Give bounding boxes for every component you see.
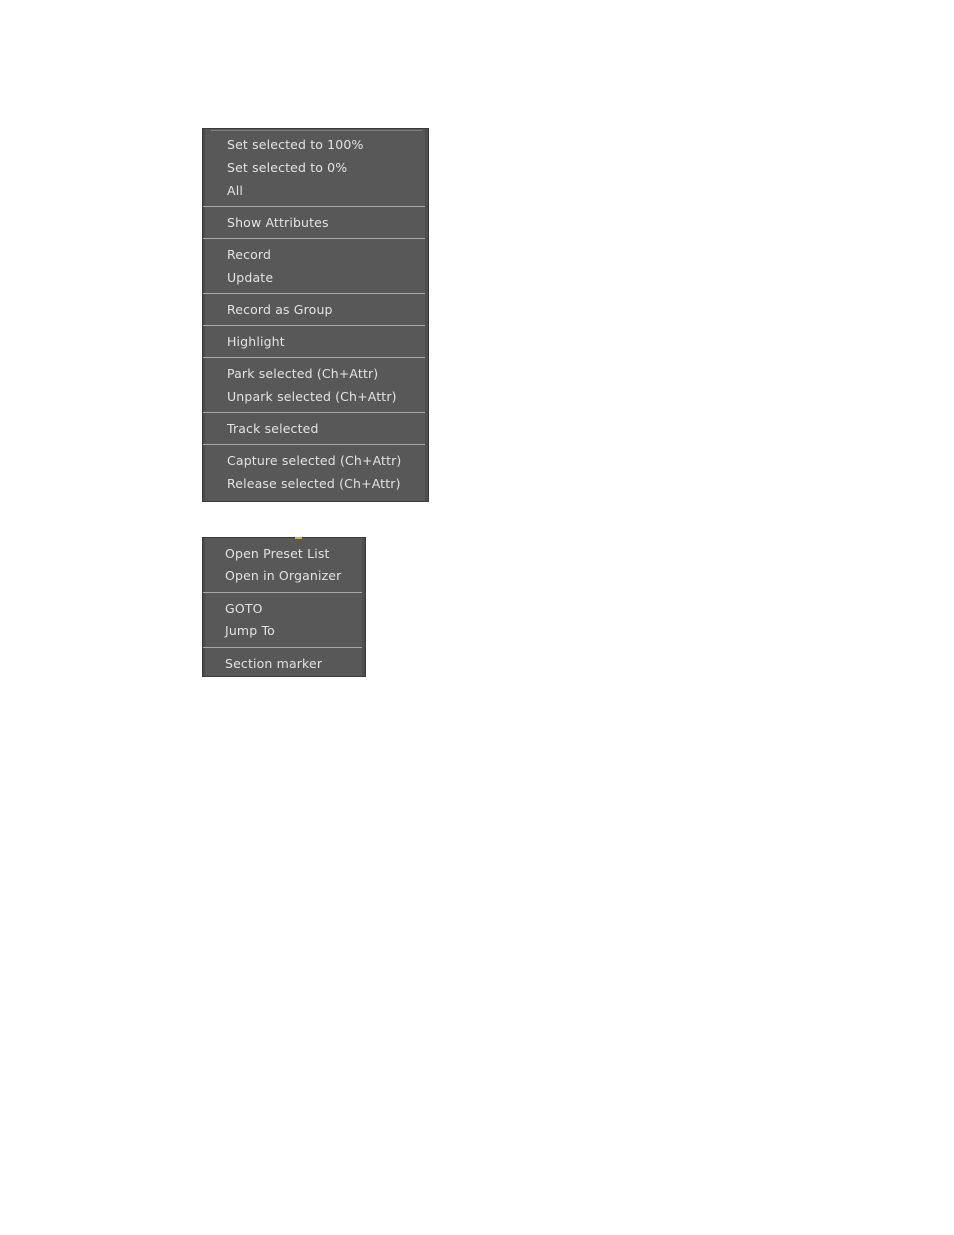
menu-item-show-attributes[interactable]: Show Attributes (203, 211, 428, 234)
menu-group-set-levels: Set selected to 100% Set selected to 0% … (203, 129, 428, 206)
menu-group-capture-release: Capture selected (Ch+Attr) Release selec… (203, 444, 428, 499)
menu-item-record-as-group[interactable]: Record as Group (203, 298, 428, 321)
menu-item-set-selected-to-100[interactable]: Set selected to 100% (203, 133, 428, 156)
menu-item-open-in-organizer[interactable]: Open in Organizer (203, 565, 365, 587)
menu-group-navigation: GOTO Jump To (203, 592, 365, 647)
menu-item-capture-selected[interactable]: Capture selected (Ch+Attr) (203, 449, 428, 472)
menu-item-all[interactable]: All (203, 179, 428, 202)
menu-item-open-preset-list[interactable]: Open Preset List (203, 543, 365, 565)
menu-group-highlight: Highlight (203, 325, 428, 357)
menu-group-park: Park selected (Ch+Attr) Unpark selected … (203, 357, 428, 412)
menu-group-open: Open Preset List Open in Organizer (203, 538, 365, 592)
menu-item-set-selected-to-0[interactable]: Set selected to 0% (203, 156, 428, 179)
menu-group-attributes: Show Attributes (203, 206, 428, 238)
preset-actions-context-menu[interactable]: Open Preset List Open in Organizer GOTO … (202, 537, 366, 677)
menu-item-track-selected[interactable]: Track selected (203, 417, 428, 440)
menu-item-update[interactable]: Update (203, 266, 428, 289)
menu-item-section-marker[interactable]: Section marker (203, 653, 365, 675)
menu-item-jump-to[interactable]: Jump To (203, 620, 365, 642)
menu-item-highlight[interactable]: Highlight (203, 330, 428, 353)
menu-item-goto[interactable]: GOTO (203, 598, 365, 620)
menu-group-track: Track selected (203, 412, 428, 444)
menu-item-unpark-selected[interactable]: Unpark selected (Ch+Attr) (203, 385, 428, 408)
menu-item-park-selected[interactable]: Park selected (Ch+Attr) (203, 362, 428, 385)
channel-actions-context-menu[interactable]: Set selected to 100% Set selected to 0% … (202, 128, 429, 502)
menu-group-marker: Section marker (203, 647, 365, 680)
menu-item-record[interactable]: Record (203, 243, 428, 266)
menu-group-record-update: Record Update (203, 238, 428, 293)
menu-group-record-as-group: Record as Group (203, 293, 428, 325)
menu-item-release-selected[interactable]: Release selected (Ch+Attr) (203, 472, 428, 495)
